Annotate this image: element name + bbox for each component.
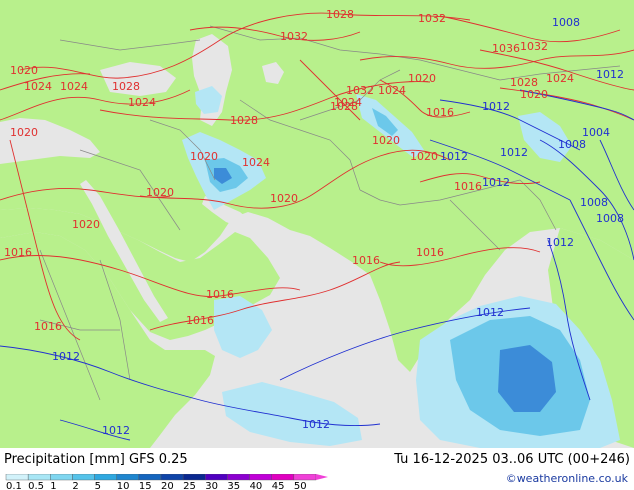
colorbar-segment <box>50 474 73 481</box>
isobar-label: 1016 <box>206 288 234 301</box>
colorbar-tick-label: 2 <box>72 481 78 490</box>
isobar-label: 1012 <box>102 424 130 437</box>
isobar-label: 1028 <box>230 114 258 127</box>
colorbar-segment <box>227 474 250 481</box>
map-title: Precipitation [mm] GFS 0.25 <box>4 452 188 467</box>
isobar-label: 1008 <box>580 196 608 209</box>
isobar-label: 1016 <box>426 106 454 119</box>
colorbar-segment <box>160 474 184 481</box>
isobar-label: 1012 <box>476 306 504 319</box>
colorbar-tick-label: 35 <box>227 481 240 490</box>
map-svg: 1028 1032 1008 1032 1036 1032 1020 1024 … <box>0 0 634 448</box>
colorbar-segment <box>116 474 140 481</box>
colorbar-tick-label: 25 <box>183 481 196 490</box>
colorbar-arrow <box>316 474 328 480</box>
isobar-label: 1012 <box>546 236 574 249</box>
isobar-label: 1020 <box>10 64 38 77</box>
isobar-label: 1012 <box>500 146 528 159</box>
isobar-label: 1020 <box>270 192 298 205</box>
isobar-label: 1020 <box>146 186 174 199</box>
isobar-label: 1016 <box>454 180 482 193</box>
isobar-label: 1024 <box>128 96 156 109</box>
isobar-label: 1024 <box>24 80 52 93</box>
colorbar-segment <box>271 474 295 481</box>
isobar-label: 1028 <box>330 100 358 113</box>
isobar-label: 1024 <box>378 84 406 97</box>
isobar-label: 1020 <box>190 150 218 163</box>
isobar-label: 1016 <box>186 314 214 327</box>
isobar-label: 1028 <box>326 8 354 21</box>
colorbar-segment <box>5 474 29 481</box>
isobar-label: 1032 <box>280 30 308 43</box>
colorbar-segment <box>94 474 117 481</box>
isobar-label: 1020 <box>10 126 38 139</box>
isobar-label: 1020 <box>410 150 438 163</box>
colorbar-tick-label: 0.5 <box>28 481 44 490</box>
isobar-label: 1008 <box>596 212 624 225</box>
isobar-label: 1016 <box>352 254 380 267</box>
colorbar-tick-label: 1 <box>50 481 56 490</box>
colorbar-segment <box>72 474 95 481</box>
colorbar-tick-label: 0.1 <box>6 481 22 490</box>
source-credit: ©weatheronline.co.uk <box>505 472 628 485</box>
colorbar-tick-label: 40 <box>250 481 263 490</box>
colorbar-segment <box>249 474 272 481</box>
isobar-label: 1020 <box>520 88 548 101</box>
isobar-label: 1008 <box>552 16 580 29</box>
colorbar-tick-label: 50 <box>294 481 307 490</box>
colorbar-tick-label: 5 <box>95 481 101 490</box>
isobar-label: 1016 <box>34 320 62 333</box>
isobar-label: 1012 <box>482 176 510 189</box>
isobar-label: 1024 <box>60 80 88 93</box>
isobar-label: 1024 <box>546 72 574 85</box>
colorbar-tick-label: 45 <box>272 481 285 490</box>
isobar-label: 1028 <box>112 80 140 93</box>
isobar-label: 1020 <box>72 218 100 231</box>
colorbar-segment <box>27 474 51 481</box>
isobar-label: 1032 <box>520 40 548 53</box>
isobar-label: 1024 <box>242 156 270 169</box>
map-panel: 1028 1032 1008 1032 1036 1032 1020 1024 … <box>0 0 634 448</box>
colorbar-tick-label: 20 <box>161 481 174 490</box>
colorbar-segment <box>138 474 162 481</box>
isobar-label: 1012 <box>596 68 624 81</box>
isobar-label: 1012 <box>440 150 468 163</box>
colorbar-segment <box>205 474 228 481</box>
isobar-label: 1020 <box>408 72 436 85</box>
colorbar-segment <box>293 474 317 481</box>
colorbar-tick-label: 15 <box>139 481 152 490</box>
precipitation-colorbar: 0.1 0.5 1 2 5 10 15 20 25 30 35 40 45 50 <box>5 474 328 490</box>
isobar-label: 1012 <box>52 350 80 363</box>
isobar-label: 1004 <box>582 126 610 139</box>
isobar-label: 1008 <box>558 138 586 151</box>
colorbar-segment <box>182 474 206 481</box>
isobar-label: 1020 <box>372 134 400 147</box>
isobar-label: 1012 <box>302 418 330 431</box>
isobar-label: 1016 <box>4 246 32 259</box>
isobar-label: 1016 <box>416 246 444 259</box>
isobar-label: 1036 <box>492 42 520 55</box>
isobar-label: 1012 <box>482 100 510 113</box>
colorbar-tick-label: 30 <box>205 481 218 490</box>
isobar-label: 1032 <box>418 12 446 25</box>
forecast-datetime: Tu 16-12-2025 03..06 UTC (00+246) <box>394 452 630 467</box>
colorbar-tick-label: 10 <box>117 481 130 490</box>
